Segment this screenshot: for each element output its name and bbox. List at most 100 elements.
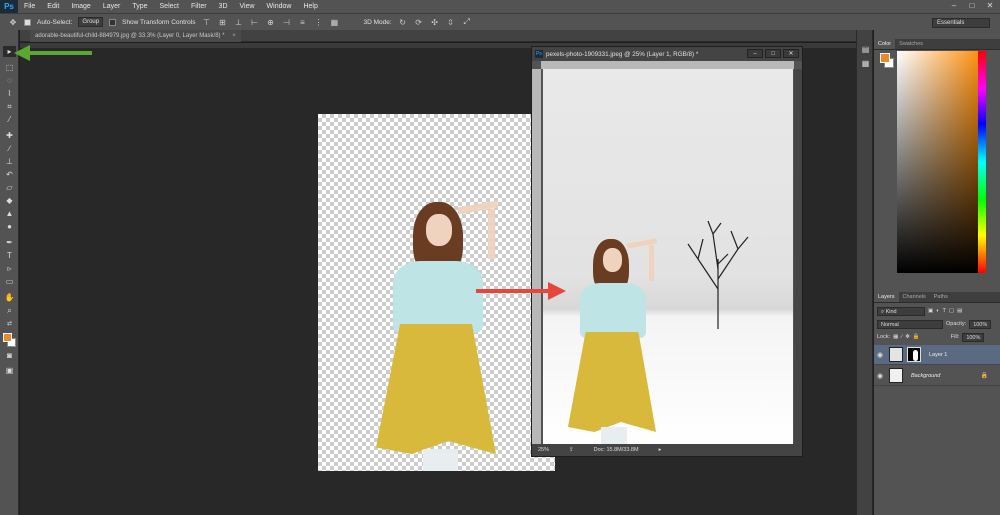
move-tool-preset-icon[interactable]: ✥ bbox=[8, 18, 18, 27]
filter-type-icon[interactable]: T bbox=[943, 308, 946, 314]
show-transform-checkbox[interactable] bbox=[109, 18, 117, 26]
menu-layer[interactable]: Layer bbox=[97, 3, 127, 10]
visibility-eye-icon[interactable]: ◉ bbox=[874, 351, 886, 359]
float-close-button[interactable]: ✕ bbox=[783, 49, 799, 58]
layer-row-layer-1[interactable]: ◉ Layer 1 bbox=[874, 345, 1000, 365]
color-panel-foreground-swatch[interactable] bbox=[880, 53, 890, 63]
auto-align-icon[interactable]: ▦ bbox=[329, 18, 339, 27]
menu-help[interactable]: Help bbox=[297, 3, 323, 10]
3d-slide-icon[interactable]: ⇳ bbox=[446, 18, 456, 27]
filter-pixel-icon[interactable]: ▣ bbox=[928, 308, 933, 314]
marquee-tool-icon[interactable]: ⬚ bbox=[3, 62, 16, 73]
menu-image[interactable]: Image bbox=[65, 3, 96, 10]
zoom-level[interactable]: 25% bbox=[538, 447, 549, 453]
layer-name[interactable]: Background bbox=[911, 373, 940, 379]
eraser-tool-icon[interactable]: ▱ bbox=[3, 182, 16, 193]
zoom-tool-icon[interactable]: ⌕ bbox=[3, 305, 16, 316]
align-center-icon[interactable]: ⊕ bbox=[265, 18, 275, 27]
lasso-tool-icon[interactable]: ◌ bbox=[3, 75, 16, 86]
lock-paint-icon[interactable]: ∕ bbox=[901, 334, 902, 340]
filter-adjust-icon[interactable]: ◐ bbox=[936, 308, 939, 314]
lock-transparent-icon[interactable]: ▦ bbox=[893, 334, 898, 340]
status-menu-arrow-icon[interactable]: ▸ bbox=[659, 447, 662, 453]
align-middle-icon[interactable]: ⊞ bbox=[217, 18, 227, 27]
float-vertical-scrollbar[interactable] bbox=[794, 69, 802, 446]
maximize-button[interactable]: □ bbox=[966, 1, 978, 11]
quick-select-tool-icon[interactable]: ⌇ bbox=[3, 88, 16, 99]
color-spectrum-field[interactable] bbox=[897, 51, 985, 273]
clone-stamp-tool-icon[interactable]: ⊥ bbox=[3, 156, 16, 167]
lock-all-icon[interactable]: 🔒 bbox=[913, 334, 920, 340]
layer-row-background[interactable]: ◉ Background 🔒 bbox=[874, 366, 1000, 386]
align-right-icon[interactable]: ⊣ bbox=[281, 18, 291, 27]
workspace-dropdown[interactable]: Essentials bbox=[932, 18, 990, 28]
filter-shape-icon[interactable]: ▢ bbox=[949, 308, 954, 314]
filter-smart-icon[interactable]: ▤ bbox=[957, 308, 962, 314]
document-tab-close-icon[interactable]: × bbox=[232, 33, 236, 39]
type-tool-icon[interactable]: T bbox=[3, 250, 16, 261]
crop-tool-icon[interactable]: ⌗ bbox=[3, 101, 16, 112]
background-thumbnail[interactable] bbox=[889, 368, 903, 383]
dodge-tool-icon[interactable]: ● bbox=[3, 221, 16, 232]
layer-name[interactable]: Layer 1 bbox=[929, 352, 947, 358]
floating-document-window[interactable]: Ps pexels-photo-1909331.jpeg @ 25% (Laye… bbox=[531, 46, 803, 457]
tab-paths[interactable]: Paths bbox=[930, 292, 952, 302]
floating-window-titlebar[interactable]: Ps pexels-photo-1909331.jpeg @ 25% (Laye… bbox=[532, 47, 802, 61]
align-left-icon[interactable]: ⊢ bbox=[249, 18, 259, 27]
history-brush-tool-icon[interactable]: ↶ bbox=[3, 169, 16, 180]
shape-tool-icon[interactable]: ▭ bbox=[3, 276, 16, 287]
eyedropper-tool-icon[interactable]: ⁄ bbox=[3, 114, 16, 125]
hand-tool-icon[interactable]: ✋ bbox=[3, 292, 16, 303]
layer-thumbnail[interactable] bbox=[889, 347, 903, 362]
3d-scale-icon[interactable]: ⤢ bbox=[462, 17, 472, 27]
menu-edit[interactable]: Edit bbox=[41, 3, 65, 10]
lock-move-icon[interactable]: ✥ bbox=[905, 334, 910, 340]
3d-rotate-icon[interactable]: ↻ bbox=[398, 18, 408, 27]
healing-brush-tool-icon[interactable]: ✚ bbox=[3, 130, 16, 141]
properties-panel-icon[interactable]: ▦ bbox=[859, 58, 872, 69]
menu-select[interactable]: Select bbox=[154, 3, 185, 10]
menu-filter[interactable]: Filter bbox=[185, 3, 213, 10]
layer-mask-thumbnail[interactable] bbox=[907, 347, 921, 362]
float-minimize-button[interactable]: – bbox=[747, 49, 763, 58]
3d-drag-icon[interactable]: ✣ bbox=[430, 18, 440, 27]
document-size[interactable]: Doc: 15.8M/33.8M bbox=[594, 447, 639, 453]
brush-tool-icon[interactable]: ∕ bbox=[3, 143, 16, 154]
path-select-tool-icon[interactable]: ▹ bbox=[3, 263, 16, 274]
menu-file[interactable]: File bbox=[18, 3, 41, 10]
menu-window[interactable]: Window bbox=[261, 3, 298, 10]
hue-slider[interactable] bbox=[978, 51, 986, 273]
fill-field[interactable]: 100% bbox=[962, 332, 985, 342]
minimize-button[interactable]: – bbox=[948, 1, 960, 11]
tab-layers[interactable]: Layers bbox=[874, 292, 899, 302]
opacity-field[interactable]: 100% bbox=[969, 319, 992, 329]
history-panel-icon[interactable]: ▤ bbox=[859, 44, 872, 55]
visibility-eye-icon[interactable]: ◉ bbox=[874, 372, 886, 380]
swap-colors-icon[interactable]: ⇄ bbox=[3, 319, 16, 330]
pen-tool-icon[interactable]: ✒ bbox=[3, 237, 16, 248]
align-top-icon[interactable]: ⊤ bbox=[201, 18, 211, 27]
auto-select-dropdown[interactable]: Group bbox=[78, 17, 104, 27]
tab-color[interactable]: Color bbox=[874, 39, 896, 49]
auto-select-checkbox[interactable] bbox=[24, 18, 31, 26]
share-icon[interactable]: ⇪ bbox=[569, 447, 574, 453]
document-tab[interactable]: adorable-beautiful-child-884979.jpg @ 33… bbox=[30, 30, 241, 42]
blend-mode-dropdown[interactable]: Normal bbox=[877, 319, 943, 329]
3d-roll-icon[interactable]: ⟳ bbox=[414, 18, 424, 27]
float-document-canvas[interactable] bbox=[543, 69, 793, 444]
align-bottom-icon[interactable]: ⊥ bbox=[233, 18, 243, 27]
layer-filter-dropdown[interactable]: ⌕ Kind bbox=[877, 306, 925, 316]
distribute-icon[interactable]: ≡ bbox=[297, 18, 307, 27]
close-button[interactable]: ✕ bbox=[984, 1, 996, 11]
screen-mode-icon[interactable]: ▣ bbox=[3, 365, 16, 376]
paint-bucket-tool-icon[interactable]: ◆ bbox=[3, 195, 16, 206]
float-maximize-button[interactable]: □ bbox=[765, 49, 781, 58]
tab-swatches[interactable]: Swatches bbox=[895, 39, 927, 49]
menu-3d[interactable]: 3D bbox=[213, 3, 234, 10]
menu-view[interactable]: View bbox=[234, 3, 261, 10]
blur-tool-icon[interactable]: ▲ bbox=[3, 208, 16, 219]
menu-type[interactable]: Type bbox=[126, 3, 153, 10]
distribute-h-icon[interactable]: ⋮ bbox=[313, 18, 323, 27]
foreground-color-swatch[interactable] bbox=[3, 333, 12, 342]
quick-mask-icon[interactable]: ◙ bbox=[3, 350, 16, 361]
